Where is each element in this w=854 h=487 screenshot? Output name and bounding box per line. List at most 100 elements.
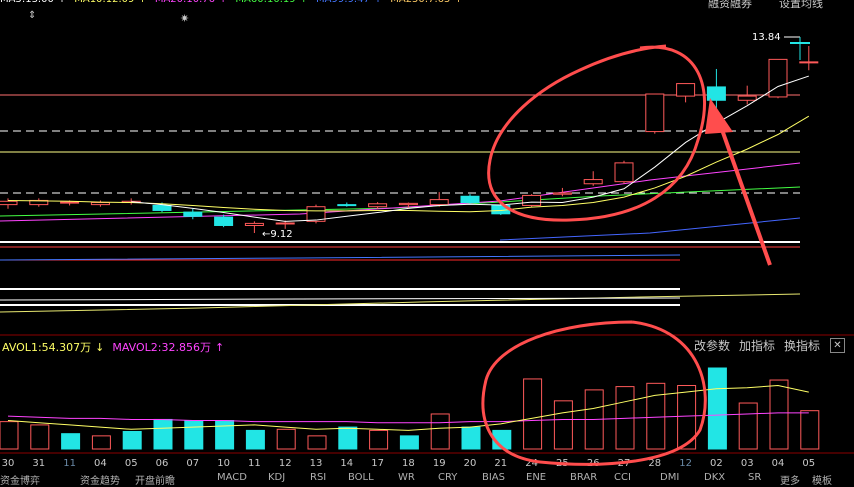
volume-bar	[0, 421, 19, 450]
volume-bar	[738, 402, 758, 450]
volume-bar	[707, 367, 727, 450]
ma-arrow-icon: ↑	[374, 0, 382, 5]
x-tick-label: 05	[125, 458, 138, 469]
tab-sr[interactable]: SR	[748, 472, 761, 483]
x-tick-label: 31	[32, 458, 45, 469]
ma-legend-item: MA10:12.09	[74, 0, 134, 5]
tab-dkx[interactable]: DKX	[704, 472, 725, 483]
x-tick-label: 12	[679, 458, 692, 469]
close-icon[interactable]: ✕	[830, 338, 845, 353]
x-tick-label: 03	[741, 458, 754, 469]
ma-legend: MA5:13.00 ↑ MA10:12.09 ↑ MA20:10.76 ↑ MA60:10.…	[0, 0, 471, 5]
x-tick-label: 11	[63, 458, 76, 469]
x-tick-label: 12	[279, 458, 292, 469]
candle-body	[460, 195, 480, 204]
change-params-button[interactable]: 改参数	[694, 337, 730, 354]
volume-bar	[153, 418, 173, 450]
candle-body	[737, 95, 757, 101]
margin-trading-button[interactable]: 融资融券	[708, 0, 752, 11]
volume-bar	[338, 426, 358, 450]
candle-body	[522, 194, 542, 206]
x-tick-label: 30	[2, 458, 15, 469]
long-ma-line	[0, 293, 801, 313]
volume-bar	[91, 435, 111, 450]
candle-body	[0, 200, 18, 206]
ma99-line	[0, 254, 681, 261]
candle-body	[183, 211, 203, 217]
candle-body	[60, 201, 80, 204]
volume-bar	[461, 426, 481, 450]
ma-legend-item: MA250:7.65	[390, 0, 450, 5]
long-ma-line	[0, 297, 681, 301]
volume-bar	[307, 435, 327, 450]
x-tick-label: 13	[310, 458, 323, 469]
x-tick-label: 07	[186, 458, 199, 469]
tab-wr[interactable]: WR	[398, 472, 415, 483]
ma-legend-item: MA60:10.19	[235, 0, 295, 5]
candle-body	[429, 199, 449, 206]
stock-chart[interactable]: 13.84 ←9.12 30 31 11 04 05 06 07 10 11 12 13 14 17 18 19…	[0, 0, 854, 480]
x-tick-label: 05	[802, 458, 815, 469]
candle-body	[275, 222, 295, 225]
volume-bar	[30, 424, 50, 450]
tab-kdj[interactable]: KDJ	[268, 472, 285, 483]
candle-body	[799, 61, 819, 64]
candle-body	[337, 204, 357, 207]
x-tick-label: 10	[217, 458, 230, 469]
x-tick-label: 11	[248, 458, 261, 469]
candle-body	[552, 192, 572, 195]
candle-body	[214, 216, 234, 226]
candle-body	[768, 58, 788, 98]
x-tick-label: 02	[710, 458, 723, 469]
x-tick-label: 14	[340, 458, 353, 469]
volume-legend-item: MAVOL2:32.856万	[112, 341, 211, 354]
ma-arrow-icon: ↑	[300, 0, 308, 5]
tab-brar[interactable]: BRAR	[570, 472, 597, 483]
tab-cci[interactable]: CCI	[614, 472, 631, 483]
ma-legend-item: MA99:9.47	[316, 0, 370, 5]
x-tick-label: 18	[402, 458, 415, 469]
volume-arrow-icon: ↓	[95, 341, 105, 354]
volume-bar	[61, 433, 81, 450]
ma-arrow-icon: ↑	[58, 0, 66, 5]
volume-legend-item: AVOL1:54.307万	[2, 341, 92, 354]
tab-cry[interactable]: CRY	[438, 472, 457, 483]
x-tick-label: 19	[433, 458, 446, 469]
tab-bias[interactable]: BIAS	[482, 472, 505, 483]
candle-body	[614, 162, 634, 183]
tab-rsi[interactable]: RSI	[310, 472, 326, 483]
ma-settings-button[interactable]: 设置均线	[779, 0, 823, 11]
volume-bar	[245, 429, 265, 450]
volume-bar	[553, 400, 573, 450]
low-price-label: ←9.12	[262, 229, 293, 240]
tab-boll[interactable]: BOLL	[348, 472, 374, 483]
volume-bar	[122, 430, 142, 450]
volume-bar	[215, 420, 235, 450]
volume-bar	[369, 429, 389, 450]
ma-legend-item: MA20:10.76	[155, 0, 215, 5]
x-tick-label: 04	[94, 458, 107, 469]
candle-body	[676, 83, 696, 97]
volume-bar	[523, 378, 543, 450]
volume-bar	[276, 428, 296, 450]
tab-dmi[interactable]: DMI	[660, 472, 679, 483]
switch-indicator-button[interactable]: 换指标	[784, 337, 820, 354]
candle-body	[583, 179, 603, 185]
volume-bar	[430, 413, 450, 450]
x-tick-label: 04	[772, 458, 785, 469]
volume-arrow-icon: ↑	[214, 341, 225, 354]
ma-arrow-icon: ↑	[138, 0, 146, 5]
volume-bar	[769, 379, 789, 450]
candle-body	[152, 204, 172, 211]
candle-body	[398, 202, 418, 206]
candle-body	[244, 222, 264, 226]
ma-legend-item: MA5:13.00	[0, 0, 54, 5]
tab-ene[interactable]: ENE	[526, 472, 546, 483]
highlight-circle	[487, 44, 706, 222]
ma60-line	[0, 186, 801, 217]
marker-icon: ✷	[180, 12, 189, 25]
tab-macd[interactable]: MACD	[217, 472, 247, 483]
x-tick-label: 20	[464, 458, 477, 469]
add-indicator-button[interactable]: 加指标	[739, 337, 775, 354]
volume-bar	[184, 420, 204, 450]
